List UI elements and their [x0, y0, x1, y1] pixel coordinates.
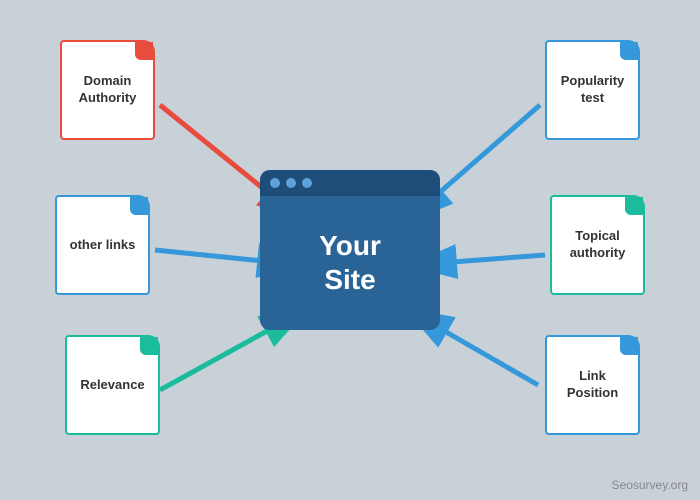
relevance-label: Relevance	[75, 372, 149, 399]
browser-content: Your Site	[319, 196, 381, 330]
card-popularity-test: Popularity test	[545, 40, 640, 140]
topical-authority-label: Topical authority	[552, 223, 643, 267]
other-links-label: other links	[65, 232, 141, 259]
browser-topbar	[260, 170, 440, 196]
site-label: Site	[324, 264, 375, 295]
browser-dot-2	[286, 178, 296, 188]
watermark: Seosurvey.org	[612, 478, 688, 492]
card-topical-authority: Topical authority	[550, 195, 645, 295]
your-label: Your	[319, 230, 381, 261]
card-domain-authority: Domain Authority	[60, 40, 155, 140]
card-relevance: Relevance	[65, 335, 160, 435]
browser-dot-3	[302, 178, 312, 188]
popularity-test-label: Popularity test	[547, 68, 638, 112]
card-link-position: Link Position	[545, 335, 640, 435]
browser-window: Your Site	[260, 170, 440, 330]
browser-label: Your Site	[319, 229, 381, 296]
link-position-label: Link Position	[547, 363, 638, 407]
domain-authority-label: Domain Authority	[62, 68, 153, 112]
card-other-links: other links	[55, 195, 150, 295]
browser-dot-1	[270, 178, 280, 188]
diagram-container: Your Site Domain Authority Popularity te…	[0, 0, 700, 500]
